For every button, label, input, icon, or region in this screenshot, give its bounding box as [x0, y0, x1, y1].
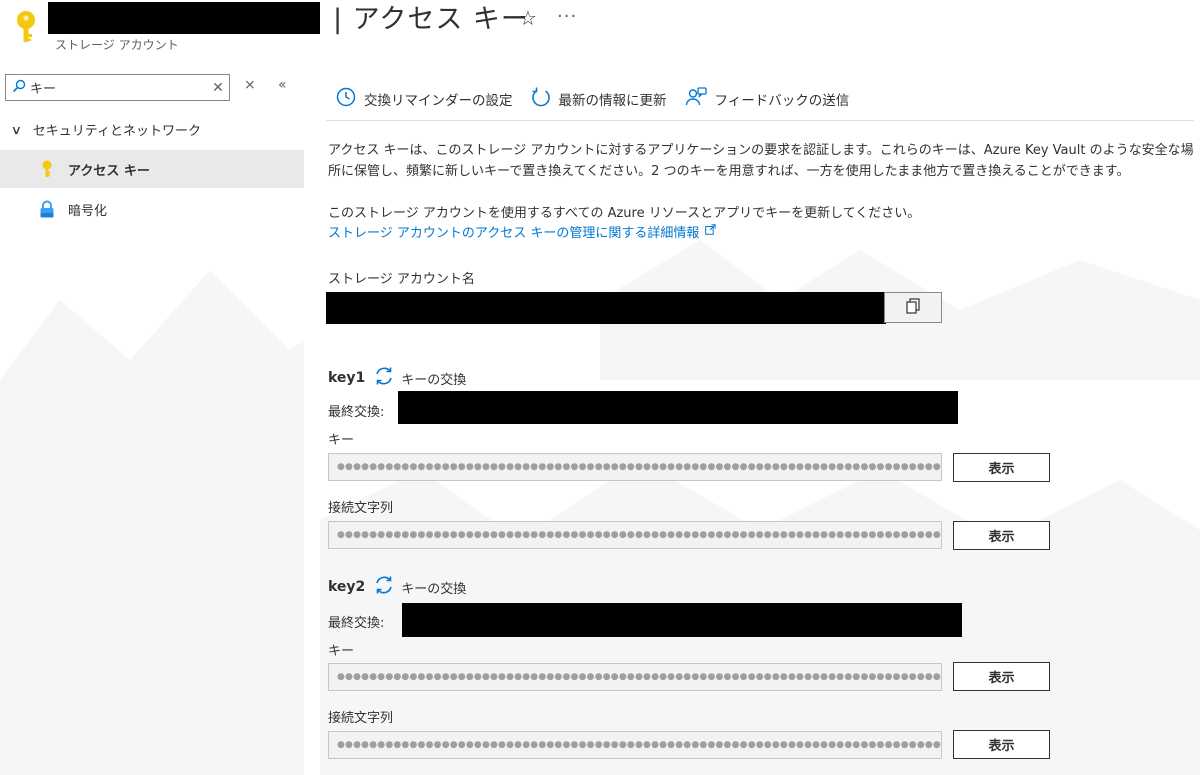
- nav-group-label: セキュリティとネットワーク: [32, 124, 202, 139]
- key2-show-key-button[interactable]: 表示: [953, 662, 1050, 691]
- key2-header: key2 キーの交換: [328, 575, 466, 599]
- key1-name: key1: [328, 370, 366, 386]
- key2-key-field[interactable]: ●●●●●●●●●●●●●●●●●●●●●●●●●●●●●●●●●●●●●●●●…: [328, 663, 942, 691]
- copy-icon: [906, 297, 920, 318]
- sidebar-item-label: アクセス キー: [68, 163, 150, 179]
- storage-key-icon: [14, 10, 38, 44]
- key2-last-rotated-label: 最終交換:: [328, 616, 385, 631]
- rotate-key-icon: [373, 575, 395, 599]
- page-title: | アクセス キー: [327, 2, 529, 38]
- more-options-icon[interactable]: ···: [557, 6, 577, 27]
- key1-connection-string-field[interactable]: ●●●●●●●●●●●●●●●●●●●●●●●●●●●●●●●●●●●●●●●●…: [328, 521, 942, 549]
- redacted-account-name: [48, 2, 320, 34]
- key2-rotate-button[interactable]: キーの交換: [373, 575, 466, 599]
- sidebar-item-encryption[interactable]: 暗号化: [0, 190, 304, 228]
- key1-header: key1 キーの交換: [328, 366, 466, 390]
- rotate-key-label: キーの交換: [401, 581, 467, 597]
- page-title-text: | アクセス キー: [333, 4, 529, 35]
- nav-group-security-networking[interactable]: ∨ セキュリティとネットワーク: [10, 120, 202, 140]
- expand-collapse-all-icon[interactable]: ⨯: [244, 77, 256, 93]
- redacted-account-name-field: [326, 292, 886, 324]
- description-text: アクセス キーは、このストレージ アカウントに対するアプリケーションの要求を認証…: [328, 143, 1194, 179]
- key1-last-rotated-label: 最終交換:: [328, 405, 385, 420]
- command-toolbar: 交換リマインダーの設定 最新の情報に更新 フィードバックの送信: [336, 86, 867, 112]
- lock-icon: [38, 200, 56, 218]
- search-icon: [8, 79, 30, 97]
- external-link-icon: [705, 224, 717, 239]
- key1-connection-string-label: 接続文字列: [328, 501, 394, 516]
- rotate-key-icon: [373, 366, 395, 390]
- redacted-key1-last-rotated: [398, 391, 958, 424]
- favorite-star-icon[interactable]: ☆: [519, 6, 537, 30]
- account-name-label: ストレージ アカウント名: [328, 272, 475, 287]
- clear-search-icon[interactable]: ✕: [207, 80, 229, 96]
- toolbar-label: 最新の情報に更新: [558, 93, 667, 109]
- feedback-button[interactable]: フィードバックの送信: [685, 87, 850, 111]
- key1-show-connection-string-button[interactable]: 表示: [953, 521, 1050, 550]
- key1-key-field[interactable]: ●●●●●●●●●●●●●●●●●●●●●●●●●●●●●●●●●●●●●●●●…: [328, 453, 942, 481]
- chevron-down-icon: ∨: [10, 122, 23, 137]
- key2-key-label: キー: [328, 644, 355, 659]
- key2-show-connection-string-button[interactable]: 表示: [953, 730, 1050, 759]
- sidebar-search-input[interactable]: [30, 80, 207, 95]
- key2-name: key2: [328, 579, 366, 595]
- key1-key-label: キー: [328, 433, 355, 448]
- key2-connection-string-field[interactable]: ●●●●●●●●●●●●●●●●●●●●●●●●●●●●●●●●●●●●●●●●…: [328, 731, 942, 759]
- key-icon: [38, 160, 56, 178]
- learn-more-link[interactable]: ストレージ アカウントのアクセス キーの管理に関する詳細情報: [328, 222, 717, 241]
- redacted-key2-last-rotated: [402, 603, 962, 637]
- resource-type-subtitle: ストレージ アカウント: [55, 38, 179, 52]
- sidebar-search-box: ✕: [5, 74, 230, 101]
- sidebar-item-access-keys[interactable]: アクセス キー: [0, 150, 304, 188]
- toolbar-divider: [326, 120, 1194, 121]
- refresh-button[interactable]: 最新の情報に更新: [531, 86, 667, 112]
- key1-rotate-button[interactable]: キーの交換: [373, 366, 466, 390]
- key1-show-key-button[interactable]: 表示: [953, 453, 1050, 482]
- sidebar-item-label: 暗号化: [68, 203, 108, 219]
- background-mountains: [0, 240, 1200, 775]
- rotate-key-label: キーの交換: [401, 372, 467, 388]
- learn-more-link-text: ストレージ アカウントのアクセス キーの管理に関する詳細情報: [328, 226, 700, 241]
- refresh-icon: [531, 86, 551, 112]
- copy-to-clipboard-button[interactable]: [884, 292, 942, 323]
- collapse-sidebar-icon[interactable]: «: [278, 77, 287, 93]
- key2-connection-string-label: 接続文字列: [328, 711, 394, 726]
- toolbar-label: 交換リマインダーの設定: [364, 93, 513, 109]
- feedback-icon: [685, 87, 707, 111]
- rotation-reminder-button[interactable]: 交換リマインダーの設定: [336, 87, 513, 111]
- toolbar-label: フィードバックの送信: [714, 93, 850, 109]
- clock-icon: [336, 87, 356, 111]
- description-update-text: このストレージ アカウントを使用するすべての Azure リソースとアプリでキー…: [328, 206, 921, 221]
